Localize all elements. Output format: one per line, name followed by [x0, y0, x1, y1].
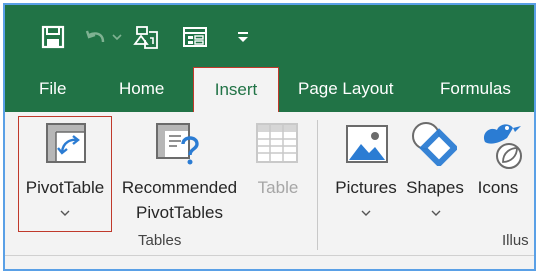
ribbon-bottom-border: [5, 255, 534, 256]
recommended-pivottables-label-line2[interactable]: PivotTables: [112, 203, 247, 223]
undo-icon[interactable]: [81, 22, 111, 52]
ribbon-tabs: File Home Insert Page Layout Formulas: [5, 67, 534, 112]
tab-file[interactable]: File: [39, 67, 66, 112]
group-label-illustrations: Illus: [502, 232, 529, 249]
save-icon[interactable]: [38, 22, 68, 52]
icons-icon[interactable]: [479, 120, 525, 170]
recommended-pivot-icon[interactable]: [155, 122, 201, 166]
tab-home[interactable]: Home: [119, 67, 164, 112]
icons-label[interactable]: Icons: [473, 178, 523, 198]
shapes-icon[interactable]: [411, 120, 457, 166]
shapes-label[interactable]: Shapes: [403, 178, 467, 198]
insert-ribbon: PivotTable Recommended PivotTables Table…: [5, 112, 534, 269]
pivottable-label[interactable]: PivotTable: [20, 178, 110, 198]
tab-page-layout[interactable]: Page Layout: [298, 67, 393, 112]
tab-formulas[interactable]: Formulas: [440, 67, 511, 112]
table-icon: [255, 122, 299, 164]
pictures-label[interactable]: Pictures: [331, 178, 401, 198]
customize-qat-icon[interactable]: [233, 22, 253, 52]
recommended-pivottables-label-line1[interactable]: Recommended: [112, 178, 247, 198]
tab-insert[interactable]: Insert: [193, 67, 279, 112]
chevron-down-icon[interactable]: [360, 209, 372, 217]
group-separator: [317, 120, 318, 250]
form-icon[interactable]: [180, 22, 210, 52]
chevron-down-icon[interactable]: [430, 209, 442, 217]
group-label-tables: Tables: [138, 232, 182, 249]
table-label: Table: [257, 178, 299, 197]
pictures-icon[interactable]: [345, 124, 389, 164]
quick-access-toolbar: [5, 5, 534, 67]
chevron-down-icon[interactable]: [59, 209, 71, 217]
shape-touch-icon[interactable]: [131, 22, 161, 52]
undo-dropdown-icon[interactable]: [109, 22, 125, 52]
pivottable-icon[interactable]: [45, 122, 87, 164]
excel-window: File Home Insert Page Layout Formulas Pi…: [3, 3, 536, 271]
